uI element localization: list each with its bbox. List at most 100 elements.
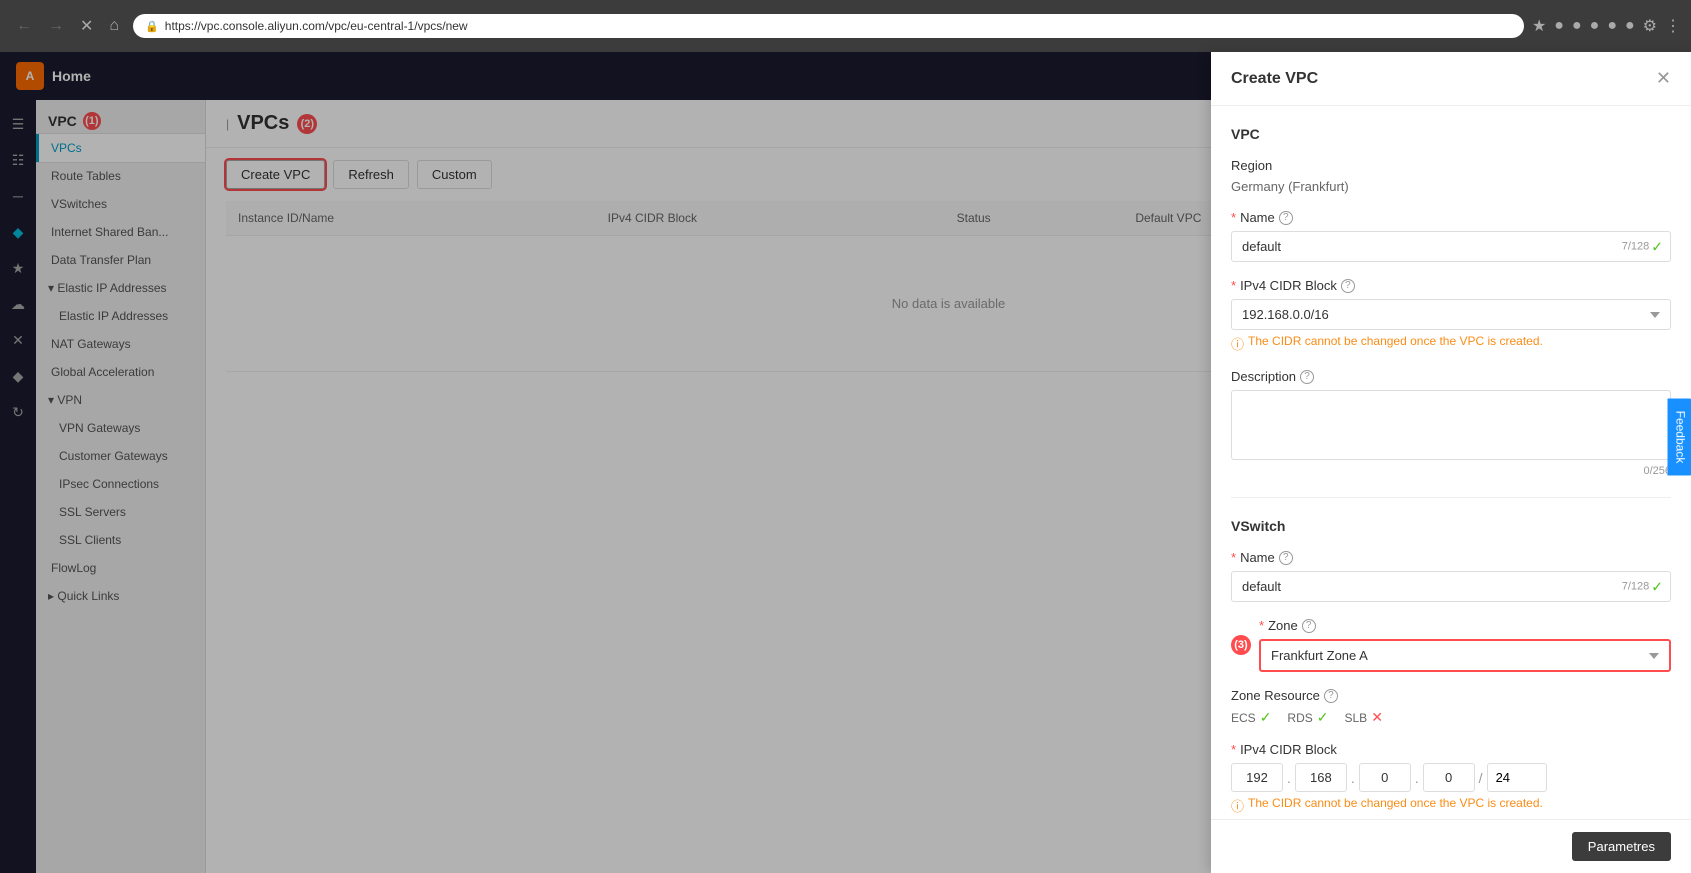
sidebar-item-ssl-servers[interactable]: SSL Servers: [36, 498, 205, 526]
zone-resource-help-icon[interactable]: ?: [1324, 689, 1338, 703]
region-value: Germany (Frankfurt): [1231, 179, 1671, 194]
section-divider: [1231, 497, 1671, 498]
cidr-octet1[interactable]: [1231, 763, 1283, 792]
page-title: VPCs: [237, 112, 289, 135]
extension-icon1[interactable]: ●: [1554, 17, 1564, 35]
sidebar-icon-grid[interactable]: ☷: [2, 144, 34, 176]
cidr-prefix-select[interactable]: 24 16 8: [1487, 763, 1547, 792]
create-vpc-button[interactable]: Create VPC: [226, 160, 325, 189]
required-star-zone: *: [1259, 618, 1264, 633]
vswitch-name-count: 7/128 ✓: [1622, 578, 1663, 595]
sidebar-item-flowlog[interactable]: FlowLog: [36, 554, 205, 582]
menu-dots-icon[interactable]: ⋮: [1665, 16, 1681, 36]
cidr-octet4[interactable]: [1423, 763, 1475, 792]
vpc-name-input[interactable]: [1231, 231, 1671, 262]
cidr-help-icon[interactable]: ?: [1341, 279, 1355, 293]
sidebar-icon-list[interactable]: ─: [2, 180, 34, 212]
sidebar-item-data-transfer[interactable]: Data Transfer Plan: [36, 246, 205, 274]
ipv4-cidr-label: * IPv4 CIDR Block ?: [1231, 278, 1671, 293]
vpc-name-input-wrapper: 7/128 ✓: [1231, 231, 1671, 262]
sidebar-icon-star[interactable]: ★: [2, 252, 34, 284]
vswitch-name-help-icon[interactable]: ?: [1279, 551, 1293, 565]
sidebar-item-vswitches[interactable]: VSwitches: [36, 190, 205, 218]
vswitch-name-input-wrapper: 7/128 ✓: [1231, 571, 1671, 602]
slb-x-icon: ✕: [1371, 709, 1383, 726]
sidebar-nat-label: NAT Gateways: [51, 337, 131, 351]
sidebar-title-text: VPC: [48, 113, 77, 129]
extension-icon5[interactable]: ●: [1625, 17, 1635, 35]
sidebar-icon-menu[interactable]: ☰: [2, 108, 34, 140]
vswitch-name-group: * Name ? 7/128 ✓: [1231, 550, 1671, 602]
region-label: Region: [1231, 158, 1671, 173]
sidebar-ssl-servers-label: SSL Servers: [59, 505, 126, 519]
sidebar-item-internet-shared[interactable]: Internet Shared Ban...: [36, 218, 205, 246]
required-star: *: [1231, 210, 1236, 225]
panel-header: Create VPC ✕: [1211, 52, 1691, 106]
sidebar-vpcs-label: VPCs: [51, 141, 82, 155]
vswitch-name-input[interactable]: [1231, 571, 1671, 602]
back-button[interactable]: ←: [10, 13, 38, 39]
vpc-description-textarea[interactable]: [1231, 390, 1671, 460]
vpc-description-label: Description ?: [1231, 369, 1671, 384]
vpc-name-group: * Name ? 7/128 ✓: [1231, 210, 1671, 262]
panel-close-button[interactable]: ✕: [1656, 68, 1671, 89]
sidebar-group-elastic-ip[interactable]: ▾ Elastic IP Addresses: [36, 274, 205, 302]
address-bar[interactable]: 🔒 https://vpc.console.aliyun.com/vpc/eu-…: [133, 14, 1524, 38]
logo[interactable]: A Home: [16, 62, 91, 90]
sidebar-item-vpn-gateways[interactable]: VPN Gateways: [36, 414, 205, 442]
home-button[interactable]: ⌂: [103, 13, 125, 39]
sidebar-item-nat-gateways[interactable]: NAT Gateways: [36, 330, 205, 358]
sidebar-item-route-tables[interactable]: Route Tables: [36, 162, 205, 190]
cidr-octet2[interactable]: [1295, 763, 1347, 792]
refresh-button[interactable]: Refresh: [333, 160, 409, 189]
sidebar-icon-cloud[interactable]: ☁: [2, 288, 34, 320]
custom-button[interactable]: Custom: [417, 160, 492, 189]
sidebar-item-elastic-ip-addresses[interactable]: Elastic IP Addresses: [36, 302, 205, 330]
sidebar-icon-cross[interactable]: ✕: [2, 324, 34, 356]
star-icon[interactable]: ★: [1532, 16, 1546, 36]
sidebar-item-ipsec[interactable]: IPsec Connections: [36, 470, 205, 498]
sidebar-item-vpcs[interactable]: VPCs: [36, 134, 205, 162]
sidebar-flowlog-label: FlowLog: [51, 561, 96, 575]
ipv4-cidr-select[interactable]: 192.168.0.0/16: [1231, 299, 1671, 330]
zone-select[interactable]: Frankfurt Zone A: [1259, 639, 1671, 672]
vpc-description-wrapper: 0/256: [1231, 390, 1671, 477]
vpc-description-count: 0/256: [1231, 465, 1671, 477]
name-help-icon[interactable]: ?: [1279, 211, 1293, 225]
sidebar-group-quick-links[interactable]: ▸ Quick Links: [36, 582, 205, 610]
sidebar-internet-label: Internet Shared Ban...: [51, 225, 168, 239]
sidebar-global-label: Global Acceleration: [51, 365, 154, 379]
cidr-hint: ⓘ The CIDR cannot be changed once the VP…: [1231, 334, 1671, 353]
col-ipv4-cidr: IPv4 CIDR Block: [596, 201, 945, 236]
cidr-dot-2: .: [1351, 770, 1355, 786]
sidebar-item-ssl-clients[interactable]: SSL Clients: [36, 526, 205, 554]
icon-sidebar: ☰ ☷ ─ ◆ ★ ☁ ✕ ◆ ↻: [0, 100, 36, 873]
zone-resource-group: Zone Resource ? ECS ✓ RDS ✓ SLB ✕: [1231, 688, 1671, 726]
zone-help-icon[interactable]: ?: [1302, 619, 1316, 633]
sidebar-icon-globe[interactable]: ◆: [2, 360, 34, 392]
panel-title: Create VPC: [1231, 70, 1318, 88]
description-help-icon[interactable]: ?: [1300, 370, 1314, 384]
extension-icon3[interactable]: ●: [1590, 17, 1600, 35]
required-star-vswitch: *: [1231, 550, 1236, 565]
sidebar-group-vpn[interactable]: ▾ VPN: [36, 386, 205, 414]
sidebar-item-customer-gateways[interactable]: Customer Gateways: [36, 442, 205, 470]
parametres-button[interactable]: Parametres: [1572, 832, 1671, 861]
extension-icon4[interactable]: ●: [1607, 17, 1617, 35]
sidebar-item-global-acceleration[interactable]: Global Acceleration: [36, 358, 205, 386]
panel-footer: Parametres: [1211, 819, 1691, 873]
sidebar-ssl-clients-label: SSL Clients: [59, 533, 121, 547]
extension-icon2[interactable]: ●: [1572, 17, 1582, 35]
feedback-tab[interactable]: Feedback: [1668, 398, 1691, 475]
rds-check-icon: ✓: [1317, 709, 1329, 726]
required-star-cidr: *: [1231, 278, 1236, 293]
zone-resource-label: Zone Resource ?: [1231, 688, 1671, 703]
forward-button[interactable]: →: [42, 13, 70, 39]
settings-icon[interactable]: ⚙: [1643, 16, 1657, 36]
sidebar-icon-diamond[interactable]: ◆: [2, 216, 34, 248]
cidr-octet3[interactable]: [1359, 763, 1411, 792]
sidebar-icon-refresh[interactable]: ↻: [2, 396, 34, 428]
vswitch-name-check-icon: ✓: [1651, 578, 1663, 595]
reload-button[interactable]: ✕: [74, 12, 99, 40]
vswitch-ipv4-cidr-label: * IPv4 CIDR Block: [1231, 742, 1671, 757]
